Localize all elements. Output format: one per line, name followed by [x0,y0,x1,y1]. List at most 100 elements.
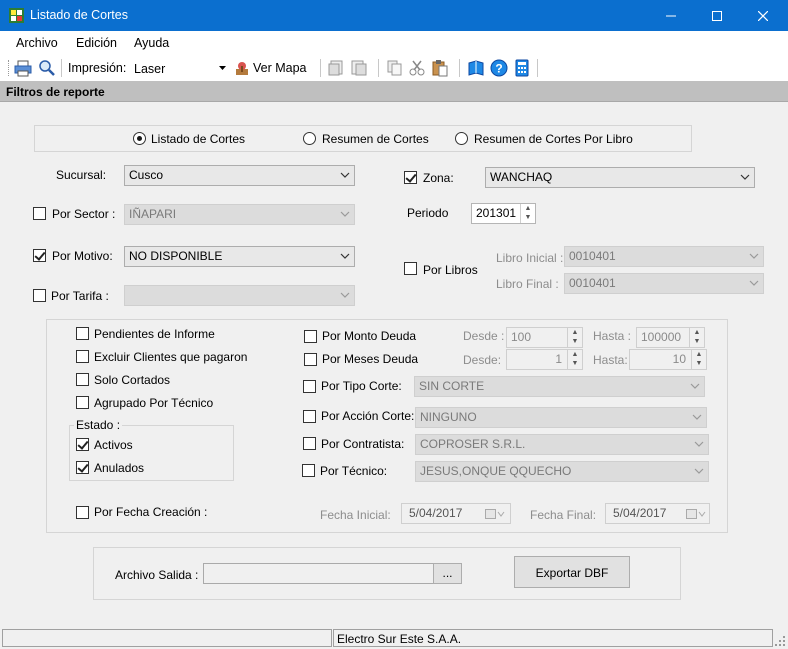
motivo-value: NO DISPONIBLE [129,249,223,263]
monto-desde-spinner[interactable]: 100 ▲ ▼ [506,327,583,348]
monto-hasta-spinner[interactable]: 100000 ▲ ▼ [636,327,705,348]
cut-icon[interactable] [408,59,426,77]
pendientes-checkbox[interactable] [76,327,89,340]
printer-icon[interactable] [14,59,32,77]
tecnico-checkbox[interactable] [302,464,315,477]
preview-search-icon[interactable] [38,59,56,77]
anulados-checkbox[interactable] [76,461,89,474]
spinner-arrows[interactable]: ▲ ▼ [520,204,535,223]
chevron-down-icon [340,172,350,178]
calendar-icon[interactable] [686,508,706,520]
up-arrow-icon[interactable]: ▲ [568,350,582,359]
svg-text:?: ? [495,62,502,76]
tecnico-select[interactable]: JESUS,ONQUE QQUECHO [415,461,709,482]
zona-checkbox[interactable] [404,171,417,184]
radio-listado-de-cortes[interactable]: Listado de Cortes [133,132,283,148]
excluir-label: Excluir Clientes que pagaron [94,350,248,364]
up-arrow-icon[interactable]: ▲ [692,350,706,359]
down-arrow-icon[interactable]: ▼ [690,337,704,346]
fecha-inicial-picker[interactable]: 5/04/2017 [401,503,511,524]
excluir-checkbox[interactable] [76,350,89,363]
accion-select[interactable]: NINGUNO [415,407,707,428]
spinner-arrows[interactable]: ▲ ▼ [689,328,704,347]
radio-resumen-de-cortes[interactable]: Resumen de Cortes [303,132,443,148]
up-arrow-icon[interactable]: ▲ [521,204,535,213]
tecnico-label: Por Técnico: [320,464,388,478]
periodo-spinner[interactable]: 201301 ▲ ▼ [471,203,536,224]
title-bar: Listado de Cortes [0,0,788,31]
menu-edicion[interactable]: Edición [76,36,117,50]
tarifa-checkbox[interactable] [33,289,46,302]
zona-select[interactable]: WANCHAQ [485,167,755,188]
sector-checkbox[interactable] [33,207,46,220]
toolbar-grip[interactable] [8,60,10,76]
exportar-dbf-button[interactable]: Exportar DBF [514,556,630,588]
menu-archivo[interactable]: Archivo [16,36,58,50]
window-title: Listado de Cortes [30,8,128,22]
sector-select[interactable]: IÑAPARI [124,204,355,225]
activos-checkbox[interactable] [76,438,89,451]
down-arrow-icon[interactable]: ▼ [692,359,706,368]
down-arrow-icon[interactable]: ▼ [568,337,582,346]
archivo-salida-input[interactable] [203,563,434,584]
libros-checkbox[interactable] [404,262,417,275]
libro-inicial-label: Libro Inicial : [496,251,564,265]
minimize-button[interactable] [648,0,694,31]
down-arrow-icon[interactable]: ▼ [521,213,535,222]
ver-mapa-button[interactable]: Ver Mapa [234,59,307,77]
help-icon[interactable]: ? [490,59,508,77]
menu-ayuda[interactable]: Ayuda [134,36,169,50]
periodo-value: 201301 [476,206,517,220]
up-arrow-icon[interactable]: ▲ [568,328,582,337]
contratista-select[interactable]: COPROSER S.R.L. [415,434,709,455]
tarifa-select[interactable] [124,285,355,306]
meses-checkbox[interactable] [304,353,317,366]
maximize-button[interactable] [694,0,740,31]
motivo-checkbox[interactable] [33,249,46,262]
fecha-final-label: Fecha Final: [530,508,597,522]
calendar-icon[interactable] [485,508,505,520]
sucursal-value: Cusco [129,168,164,182]
down-arrow-icon[interactable]: ▼ [568,359,582,368]
meses-desde-spinner[interactable]: 1 ▲ ▼ [506,349,583,370]
contratista-label: Por Contratista: [321,437,405,451]
close-button[interactable] [740,0,786,31]
toolbar-separator [537,59,538,77]
tipo-corte-select[interactable]: SIN CORTE [414,376,705,397]
page-forward-icon[interactable] [350,59,368,77]
meses-hasta-spinner[interactable]: 10 ▲ ▼ [629,349,707,370]
solo-cortados-checkbox[interactable] [76,373,89,386]
tipo-corte-checkbox[interactable] [303,380,316,393]
agrupado-checkbox[interactable] [76,396,89,409]
libro-inicial-select[interactable]: 0010401 [564,246,764,267]
paste-icon[interactable] [431,59,449,77]
monto-checkbox[interactable] [304,330,317,343]
contratista-checkbox[interactable] [303,437,316,450]
tipo-corte-value: SIN CORTE [419,379,485,393]
motivo-select[interactable]: NO DISPONIBLE [124,246,355,267]
spinner-arrows[interactable]: ▲ ▼ [691,350,706,369]
resize-grip-icon[interactable] [774,635,786,647]
agrupado-label: Agrupado Por Técnico [94,396,214,410]
toolbar: Impresión: Laser Ver Mapa ? [0,55,788,81]
radio-resumen-de-cortes-por-libro[interactable]: Resumen de Cortes Por Libro [455,132,655,148]
browse-button[interactable]: ... [433,563,462,584]
ver-mapa-label: Ver Mapa [253,61,307,75]
calculator-icon[interactable] [513,59,531,77]
zona-value: WANCHAQ [490,170,553,184]
printer-select[interactable]: Laser [129,58,230,78]
tipo-corte-label: Por Tipo Corte: [321,379,402,393]
page-back-icon[interactable] [328,59,346,77]
libro-final-select[interactable]: 0010401 [564,273,764,294]
motivo-label: Por Motivo: [52,249,113,263]
sucursal-select[interactable]: Cusco [124,165,355,186]
up-arrow-icon[interactable]: ▲ [690,328,704,337]
fecha-creacion-checkbox[interactable] [76,506,89,519]
fecha-final-picker[interactable]: 5/04/2017 [605,503,710,524]
book-help-icon[interactable] [467,59,485,77]
report-type-group: Listado de Cortes Resumen de Cortes Resu… [34,125,692,152]
accion-checkbox[interactable] [303,410,316,423]
spinner-arrows[interactable]: ▲ ▼ [567,350,582,369]
copy-icon[interactable] [386,59,404,77]
spinner-arrows[interactable]: ▲ ▼ [567,328,582,347]
